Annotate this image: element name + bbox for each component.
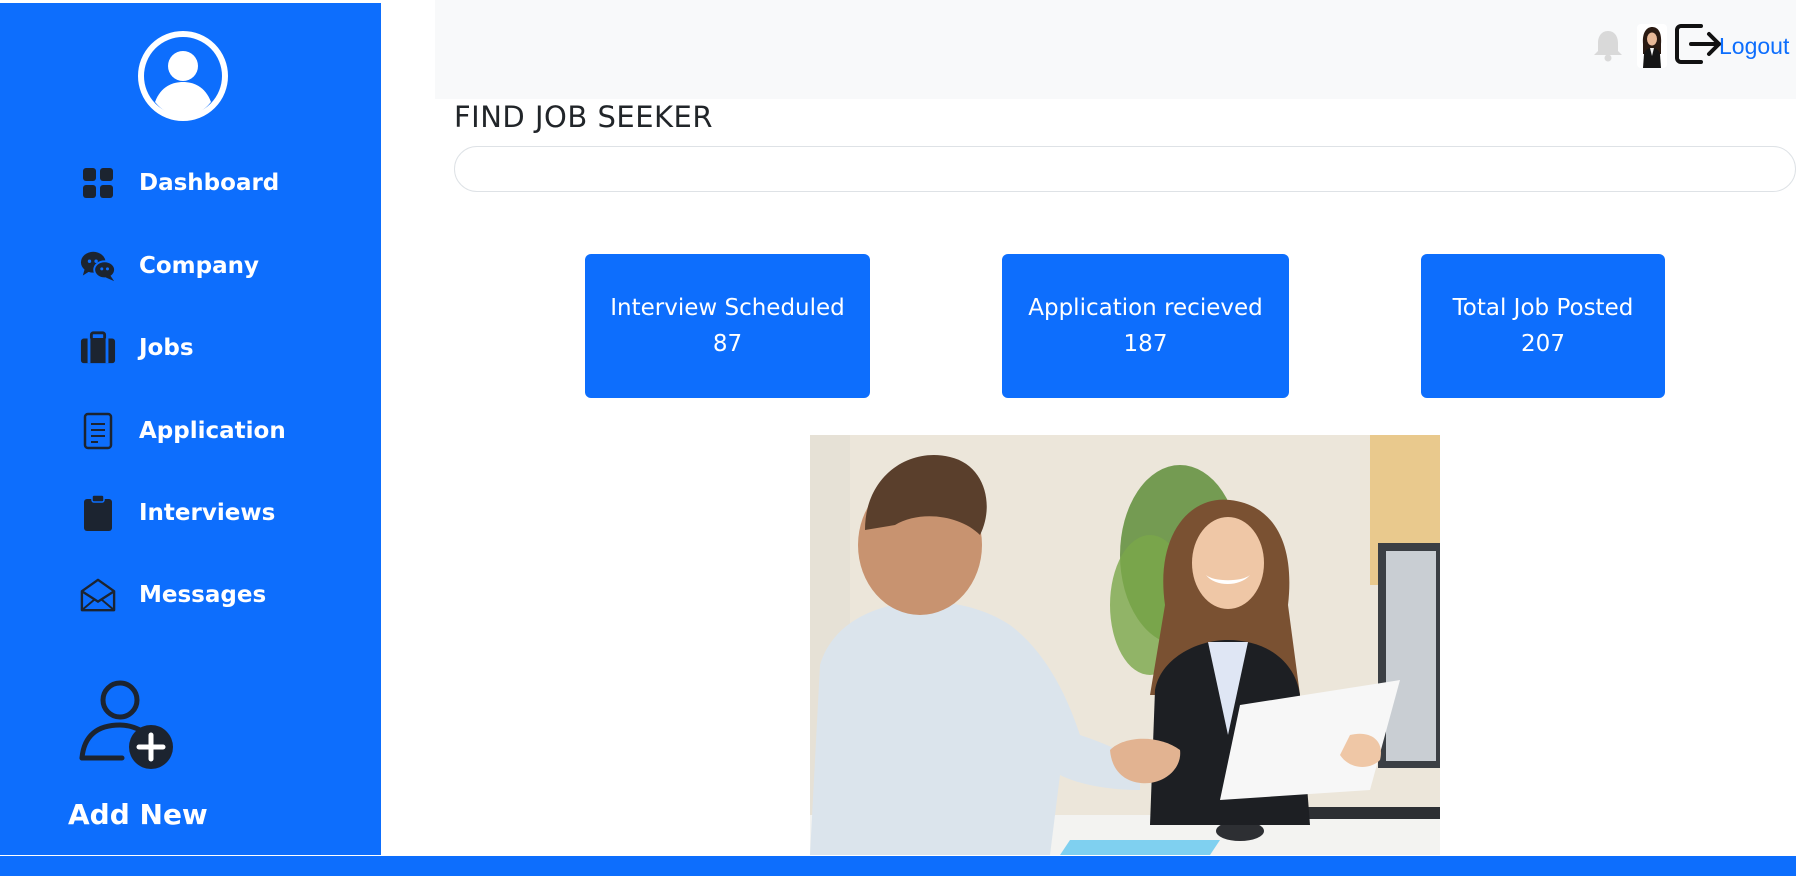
briefcase-icon [80,330,116,366]
stat-card-total-job-posted[interactable]: Total Job Posted 207 [1421,254,1665,398]
stat-value: 187 [1123,331,1168,357]
logout-icon[interactable] [1673,20,1721,68]
clipboard-icon [80,494,116,531]
document-icon [80,412,116,450]
page-title: FIND JOB SEEKER [454,100,714,134]
stat-card-application-received[interactable]: Application recieved 187 [1002,254,1289,398]
sidebar: Dashboard Company Jobs Application Inter… [0,3,381,855]
sidebar-item-application[interactable]: Application [80,411,286,451]
sidebar-item-interviews[interactable]: Interviews [80,493,275,533]
job-seeker-search-input[interactable] [454,146,1796,192]
sidebar-item-label: Company [139,253,259,279]
stat-label: Application recieved [1028,295,1263,321]
chat-bubbles-icon [80,248,116,284]
sidebar-item-label: Application [139,418,286,444]
stat-value: 87 [712,331,743,357]
user-avatar-icon[interactable] [137,30,229,122]
logout-link[interactable]: Logout [1719,33,1789,60]
sidebar-item-label: Dashboard [139,170,280,196]
sidebar-item-label: Interviews [139,500,276,526]
sidebar-item-label: Messages [139,582,267,608]
dashboard-grid-icon [80,165,116,201]
stat-label: Interview Scheduled [610,295,845,321]
footer-bar [0,856,1796,876]
stat-card-interview-scheduled[interactable]: Interview Scheduled 87 [585,254,870,398]
sidebar-item-company[interactable]: Company [80,246,259,286]
sidebar-item-messages[interactable]: Messages [80,575,266,615]
stat-value: 207 [1521,331,1565,357]
envelope-icon [80,577,116,613]
stat-label: Total Job Posted [1452,295,1634,321]
sidebar-item-dashboard[interactable]: Dashboard [80,163,279,203]
interview-handshake-image [810,435,1440,855]
add-new-label[interactable]: Add New [68,798,208,831]
add-user-icon[interactable] [78,675,178,775]
notification-bell-icon[interactable] [1590,27,1626,63]
user-profile-photo[interactable] [1637,24,1667,68]
sidebar-item-jobs[interactable]: Jobs [80,328,194,368]
sidebar-item-label: Jobs [139,335,194,361]
